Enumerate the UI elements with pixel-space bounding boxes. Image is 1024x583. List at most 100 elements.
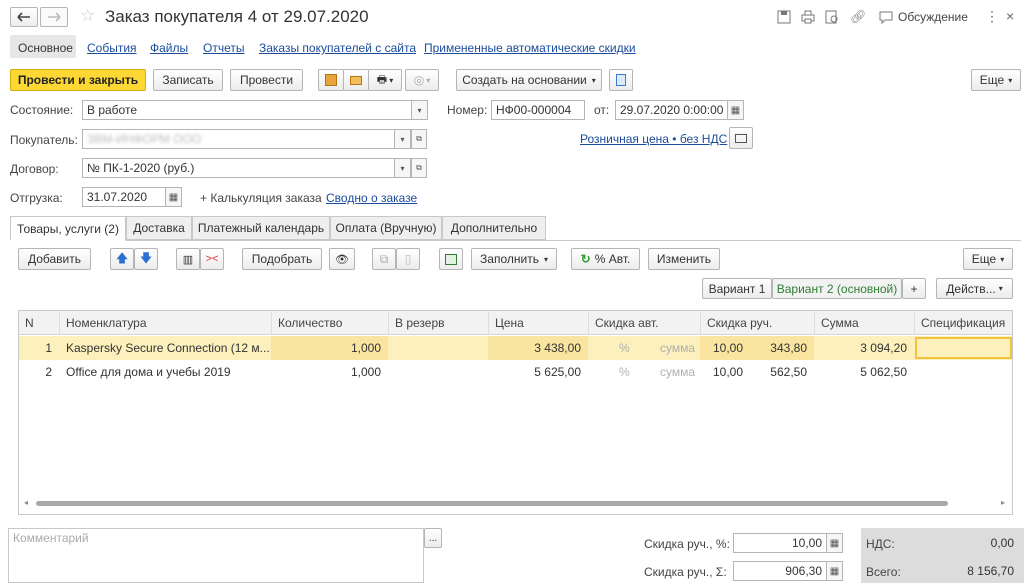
print-icon[interactable] xyxy=(801,10,815,27)
forward-button[interactable] xyxy=(40,7,68,27)
row-2-man-sum[interactable]: 562,50 xyxy=(758,360,812,384)
nav-files[interactable]: Файлы xyxy=(150,41,188,55)
col-reserve[interactable]: В резерв xyxy=(388,312,488,334)
save-button[interactable]: Записать xyxy=(153,69,223,91)
col-nomenclature[interactable]: Номенклатура xyxy=(59,312,271,334)
nav-auto-discounts[interactable]: Примененные автоматические скидки xyxy=(424,41,636,55)
back-button[interactable] xyxy=(10,7,38,27)
contract-open-icon[interactable]: ⧉ xyxy=(411,158,427,178)
contract-field[interactable]: № ПК-1-2020 (руб.) xyxy=(82,158,395,178)
change-button[interactable]: Изменить xyxy=(648,248,720,270)
fill-button[interactable]: Заполнить ▾ xyxy=(471,248,557,270)
contract-dropdown-icon[interactable]: ▾ xyxy=(395,158,411,178)
move-down-button[interactable]: 🡇 xyxy=(134,248,158,270)
date-field[interactable]: 29.07.2020 0:00:00 xyxy=(615,100,728,120)
calendar-icon[interactable]: ▦ xyxy=(728,100,744,120)
variant-1-button[interactable]: Вариант 1 xyxy=(702,278,772,299)
calculation-text[interactable]: + Калькуляция заказа xyxy=(200,191,322,205)
printer-icon: 🖶︎ xyxy=(376,73,388,86)
scroll-right-icon[interactable]: ▸ xyxy=(1001,498,1005,507)
discussion-link[interactable]: Обсуждение xyxy=(898,10,968,24)
save-disk-icon[interactable] xyxy=(777,10,791,27)
shipment-calendar-icon[interactable]: ▦ xyxy=(166,187,182,207)
customer-dropdown-icon[interactable]: ▾ xyxy=(395,129,411,149)
create-based-button[interactable]: Создать на основании ▾ xyxy=(456,69,602,91)
discount-sum-field[interactable]: 906,30 xyxy=(733,561,827,581)
row-1-name[interactable]: Kaspersky Secure Connection (12 м... xyxy=(61,336,271,360)
customer-field[interactable]: ЗВМ-ИНФОРМ ООО xyxy=(82,129,395,149)
favorite-star-icon[interactable]: ☆ xyxy=(80,6,95,26)
doc-flow-icon xyxy=(325,74,337,86)
post-button[interactable]: Провести xyxy=(230,69,303,91)
table-more-button[interactable]: Еще ▾ xyxy=(963,248,1013,270)
discussion-icon[interactable] xyxy=(879,10,893,27)
view-button[interactable]: 👁︎ xyxy=(329,248,355,270)
tab-payment-manual[interactable]: Оплата (Вручную) xyxy=(330,216,442,240)
barcode-button[interactable]: ▥ xyxy=(176,248,200,270)
row-1-man-pct[interactable]: 10,00 xyxy=(708,336,758,360)
status-dropdown-button[interactable]: ◎ ▾ xyxy=(405,69,439,91)
nav-events[interactable]: События xyxy=(87,41,137,55)
row-2-qty[interactable]: 1,000 xyxy=(271,360,386,384)
col-price[interactable]: Цена xyxy=(488,312,588,334)
structure-button[interactable] xyxy=(609,69,633,91)
card-button[interactable] xyxy=(729,127,753,149)
variant-actions-button[interactable]: Действ... ▾ xyxy=(936,278,1013,299)
shipment-field[interactable]: 31.07.2020 xyxy=(82,187,166,207)
document-flow-button[interactable] xyxy=(318,69,344,91)
print-dropdown-button[interactable]: 🖶︎ ▾ xyxy=(368,69,402,91)
nav-reports[interactable]: Отчеты xyxy=(203,41,244,55)
col-specification[interactable]: Спецификация xyxy=(914,312,1012,334)
row-1-sum[interactable]: 3 094,20 xyxy=(814,336,912,360)
col-sum[interactable]: Сумма xyxy=(814,312,914,334)
row-1-qty[interactable]: 1,000 xyxy=(271,336,386,360)
row-1-man-sum[interactable]: 343,80 xyxy=(758,336,812,360)
col-quantity[interactable]: Количество xyxy=(271,312,388,334)
calc-button[interactable] xyxy=(439,248,463,270)
tab-payment-calendar[interactable]: Платежный календарь xyxy=(192,216,330,240)
preview-icon[interactable] xyxy=(825,10,839,27)
email-button[interactable] xyxy=(343,69,369,91)
discount-pct-field[interactable]: 10,00 xyxy=(733,533,827,553)
auto-discount-button[interactable]: ↻% Авт. xyxy=(571,248,640,270)
add-row-button[interactable]: Добавить xyxy=(18,248,91,270)
state-dropdown-icon[interactable]: ▾ xyxy=(412,100,428,120)
more-menu-icon[interactable]: ⋮ xyxy=(985,8,999,25)
row-2-name[interactable]: Office для дома и учебы 2019 xyxy=(61,360,271,384)
add-variant-button[interactable]: + xyxy=(902,278,926,299)
post-and-close-button[interactable]: Провести и закрыть xyxy=(10,69,146,91)
paste-button[interactable]: ▯ xyxy=(396,248,420,270)
horizontal-scrollbar[interactable] xyxy=(36,501,948,506)
discount-sum-calc-icon[interactable]: ▦ xyxy=(827,561,843,581)
row-1-spec-cell[interactable] xyxy=(915,337,1012,359)
tab-additional[interactable]: Дополнительно xyxy=(442,216,546,240)
col-auto-discount[interactable]: Скидка авт. xyxy=(588,312,700,334)
nav-main[interactable]: Основное xyxy=(18,41,73,55)
copy-button[interactable]: ⧉ xyxy=(372,248,396,270)
col-n[interactable]: N xyxy=(19,312,59,334)
state-field[interactable]: В работе xyxy=(82,100,412,120)
more-button[interactable]: Еще ▾ xyxy=(971,69,1021,91)
variant-2-button[interactable]: Вариант 2 (основной) xyxy=(772,278,902,299)
close-icon[interactable]: × xyxy=(1006,8,1014,24)
summary-link[interactable]: Сводно о заказе xyxy=(326,191,417,205)
row-2-man-pct[interactable]: 10,00 xyxy=(708,360,758,384)
row-2-sum[interactable]: 5 062,50 xyxy=(814,360,912,384)
col-manual-discount[interactable]: Скидка руч. xyxy=(700,312,814,334)
price-type-link[interactable]: Розничная цена • без НДС xyxy=(580,132,727,146)
discount-pct-calc-icon[interactable]: ▦ xyxy=(827,533,843,553)
link-icon[interactable]: 🔗︎ xyxy=(850,9,867,25)
move-up-button[interactable]: 🡅 xyxy=(110,248,134,270)
nav-site-orders[interactable]: Заказы покупателей с сайта xyxy=(259,41,416,55)
tab-delivery[interactable]: Доставка xyxy=(126,216,192,240)
tab-goods[interactable]: Товары, услуги (2) xyxy=(10,216,126,241)
row-1-price[interactable]: 3 438,00 xyxy=(488,336,586,360)
comment-expand-button[interactable]: ... xyxy=(424,528,442,548)
split-button[interactable]: >< xyxy=(200,248,224,270)
customer-open-icon[interactable]: ⧉ xyxy=(411,129,427,149)
pick-button[interactable]: Подобрать xyxy=(242,248,322,270)
scroll-left-icon[interactable]: ◂ xyxy=(24,498,28,507)
comment-field[interactable]: Комментарий xyxy=(8,528,424,583)
number-field[interactable]: НФ00-000004 xyxy=(491,100,585,120)
row-2-price[interactable]: 5 625,00 xyxy=(488,360,586,384)
